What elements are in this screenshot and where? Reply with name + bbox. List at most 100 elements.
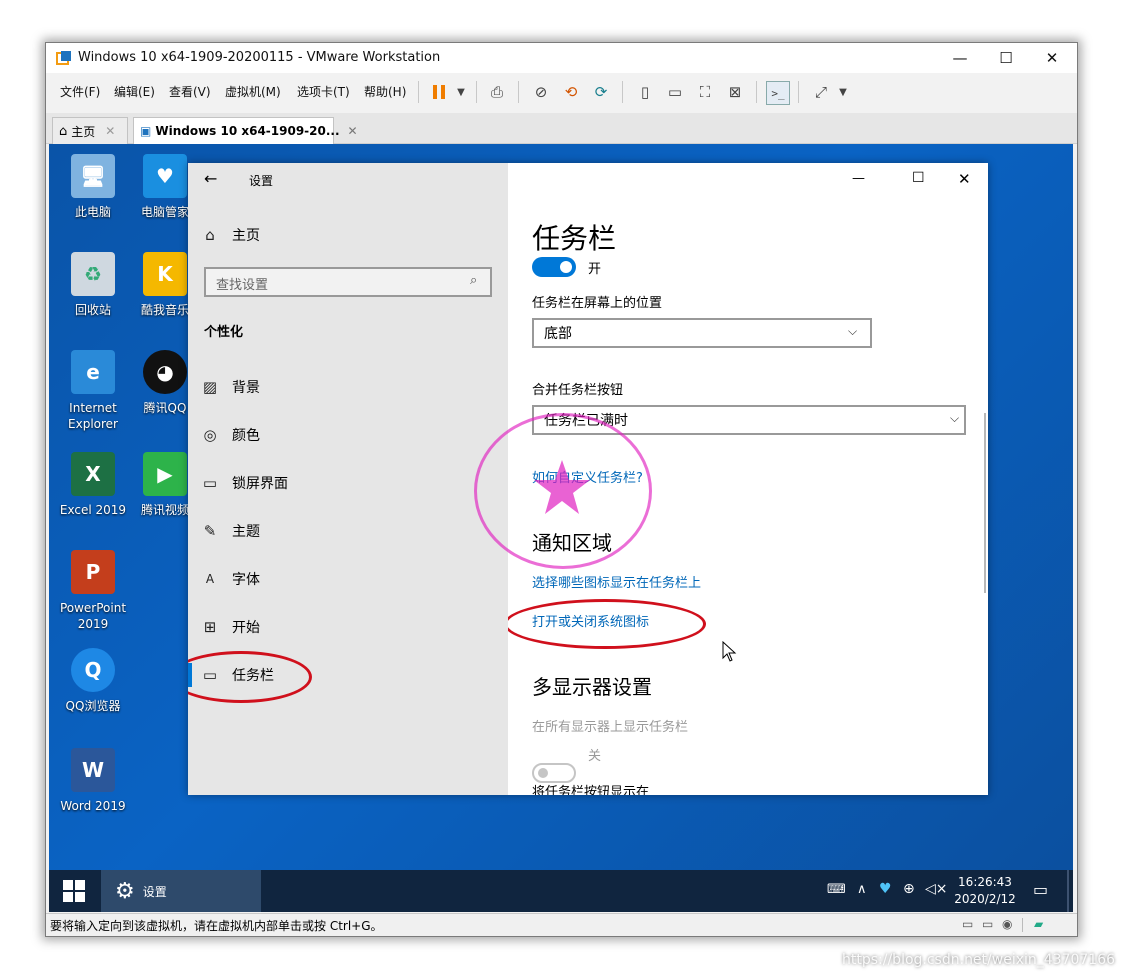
network-icon[interactable]: ⊕ xyxy=(903,881,915,897)
fonts-icon: A xyxy=(205,572,215,586)
hard-disk-icon[interactable]: ▭ xyxy=(982,917,993,931)
desktop-icon-label: QQ浏览器 xyxy=(65,699,121,713)
clock[interactable]: 16:26:43 2020/2/12 xyxy=(947,874,1023,908)
nav-label: 锁屏界面 xyxy=(232,476,288,492)
start-button[interactable] xyxy=(49,870,99,912)
internet-explorer-icon: e xyxy=(71,350,115,394)
menu-view[interactable]: 查看(V) xyxy=(169,83,211,100)
tab-close-icon[interactable]: ✕ xyxy=(105,124,115,138)
vmware-maximize-button[interactable]: ☐ xyxy=(983,43,1029,73)
vmware-title: Windows 10 x64-1909-20200115 - VMware Wo… xyxy=(78,50,441,65)
notification-heading: 通知区域 xyxy=(532,531,612,555)
nav-themes[interactable]: ✎ 主题 xyxy=(188,511,508,551)
desktop-icon-word[interactable]: W Word 2019 xyxy=(55,748,131,814)
tab-home[interactable]: ⌂ 主页 ✕ xyxy=(52,117,128,144)
menu-file[interactable]: 文件(F) xyxy=(60,83,100,100)
snapshot-manager-icon[interactable]: ⟳ xyxy=(590,81,612,103)
pause-dropdown-icon[interactable]: ▼ xyxy=(450,81,472,103)
desktop-icon-powerpoint[interactable]: P PowerPoint 2019 xyxy=(55,550,131,632)
vmware-minimize-button[interactable]: — xyxy=(937,43,983,73)
settings-minimize-button[interactable]: — xyxy=(852,171,865,186)
vmware-tabbar: ⌂ 主页 ✕ ▣ Windows 10 x64-1909-20... ✕ xyxy=(46,113,1077,144)
annotation-ellipse xyxy=(508,599,706,649)
unity-icon[interactable]: ⊠ xyxy=(724,81,746,103)
settings-maximize-button[interactable]: ☐ xyxy=(912,170,925,186)
nav-label: 字体 xyxy=(232,572,260,588)
tab-vm-label: Windows 10 x64-1909-20... xyxy=(155,124,340,138)
scrollbar[interactable] xyxy=(984,413,986,593)
hard-disk-icon[interactable]: ▭ xyxy=(962,917,973,931)
menu-help[interactable]: 帮助(H) xyxy=(364,83,406,100)
action-center-icon[interactable]: ▭ xyxy=(1033,880,1048,899)
multi-display-heading: 多显示器设置 xyxy=(532,675,652,699)
nav-label: 主题 xyxy=(232,524,260,540)
vmware-titlebar: Windows 10 x64-1909-20200115 - VMware Wo… xyxy=(46,43,1077,73)
desktop-icon-qq-browser[interactable]: Q QQ浏览器 xyxy=(55,648,131,714)
powerpoint-icon: P xyxy=(71,550,115,594)
desktop-icon-label: Excel 2019 xyxy=(59,503,127,517)
settings-window: ← 设置 ⌂ 主页 查找设置 ⌕ 个性化 ▨ 背景 ◎ 颜色 ▭ 锁屏界面 ✎ … xyxy=(188,163,988,795)
revert-snapshot-icon[interactable]: ⟲ xyxy=(560,81,582,103)
desktop-icon-recycle-bin[interactable]: ♻ 回收站 xyxy=(55,252,131,318)
nav-colors[interactable]: ◎ 颜色 xyxy=(188,415,508,455)
shield-icon[interactable]: ♥ xyxy=(879,881,892,897)
stretch-guest-icon[interactable]: ⤢ xyxy=(810,81,832,103)
desktop-icon-ie[interactable]: e Internet Explorer xyxy=(55,350,131,432)
nav-lock-screen[interactable]: ▭ 锁屏界面 xyxy=(188,463,508,503)
customize-taskbar-link[interactable]: 如何自定义任务栏? xyxy=(532,467,643,486)
menu-edit[interactable]: 编辑(E) xyxy=(114,83,155,100)
themes-icon: ✎ xyxy=(203,522,217,540)
position-dropdown[interactable]: 底部 ⌵ xyxy=(532,318,872,348)
console-view-icon[interactable]: >_ xyxy=(766,81,790,105)
windows-taskbar: ⚙ 设置 ⌨ ∧ ♥ ⊕ ◁× 16:26:43 2020/2/12 ▭ xyxy=(49,870,1073,912)
nav-background[interactable]: ▨ 背景 xyxy=(188,367,508,407)
vmware-menubar: 文件(F) 编辑(E) 查看(V) 虚拟机(M) 选项卡(T) 帮助(H) ▼ … xyxy=(46,73,1077,109)
menu-vm[interactable]: 虚拟机(M) xyxy=(225,83,281,100)
desktop-icon-excel[interactable]: X Excel 2019 xyxy=(55,452,131,518)
nav-start[interactable]: ⊞ 开始 xyxy=(188,607,508,647)
tab-close-icon[interactable]: ✕ xyxy=(348,124,358,138)
send-ctrl-alt-del-icon[interactable]: ⎙ xyxy=(486,81,508,103)
show-buttons-label: 将任务栏按钮显示在 xyxy=(532,785,650,795)
chevron-up-icon[interactable]: ∧ xyxy=(857,882,867,897)
qq-penguin-icon: ◕ xyxy=(143,350,187,394)
taskbar-settings-app[interactable]: ⚙ 设置 xyxy=(101,870,261,912)
nav-label: 背景 xyxy=(232,380,260,396)
snapshot-disabled-icon[interactable]: ⊘ xyxy=(530,81,552,103)
volume-muted-icon[interactable]: ◁× xyxy=(925,881,948,897)
fullscreen-icon[interactable]: ⛶ xyxy=(694,81,716,103)
nav-label: 开始 xyxy=(232,620,260,636)
stretch-dropdown-icon[interactable]: ▼ xyxy=(832,81,854,103)
back-arrow-icon[interactable]: ← xyxy=(204,169,217,188)
all-displays-toggle-off[interactable] xyxy=(532,763,576,783)
desktop-icon-this-pc[interactable]: 🖥 此电脑 xyxy=(55,154,131,220)
page-title: 任务栏 xyxy=(532,222,617,255)
combine-dropdown[interactable]: 任务栏已满时 ⌵ xyxy=(532,405,966,435)
toolbar-separator xyxy=(622,81,623,103)
select-icons-link[interactable]: 选择哪些图标显示在任务栏上 xyxy=(532,572,701,591)
pause-icon[interactable] xyxy=(428,81,450,103)
qq-browser-icon: Q xyxy=(71,648,115,692)
nav-fonts[interactable]: A 字体 xyxy=(188,559,508,599)
guest-screen[interactable]: 🖥 此电脑 ♥ 电脑管家 ♻ 回收站 K 酷我音乐 e Internet Exp… xyxy=(49,144,1073,912)
settings-close-button[interactable]: ✕ xyxy=(958,170,971,188)
toolbar-separator xyxy=(756,81,757,103)
nav-home[interactable]: ⌂ 主页 xyxy=(188,215,508,255)
thumbnail-bar-icon[interactable]: ▭ xyxy=(664,81,686,103)
taskbar-toggle-on[interactable] xyxy=(532,257,576,277)
vmware-close-button[interactable]: ✕ xyxy=(1029,43,1075,73)
search-settings-input[interactable]: 查找设置 ⌕ xyxy=(204,267,492,297)
vmware-statusbar: 要将输入定向到该虚拟机，请在虚拟机内部单击或按 Ctrl+G。 ▭ ▭ ◉ ▰ xyxy=(46,913,1077,936)
tab-vm[interactable]: ▣ Windows 10 x64-1909-20... ✕ xyxy=(133,117,358,144)
menu-tabs[interactable]: 选项卡(T) xyxy=(297,83,350,100)
keyboard-icon[interactable]: ⌨ xyxy=(827,882,846,897)
show-desktop-button[interactable] xyxy=(1067,870,1069,912)
message-log-icon[interactable]: ▰ xyxy=(1034,917,1043,931)
excel-icon: X xyxy=(71,452,115,496)
mouse-cursor-icon xyxy=(722,641,737,662)
desktop-icon-label: PowerPoint 2019 xyxy=(59,601,127,631)
sidebar-toggle-icon[interactable]: ▯ xyxy=(634,81,656,103)
picture-icon: ▨ xyxy=(202,378,218,396)
cd-drive-icon[interactable]: ◉ xyxy=(1002,917,1012,931)
toolbar-separator xyxy=(476,81,477,103)
